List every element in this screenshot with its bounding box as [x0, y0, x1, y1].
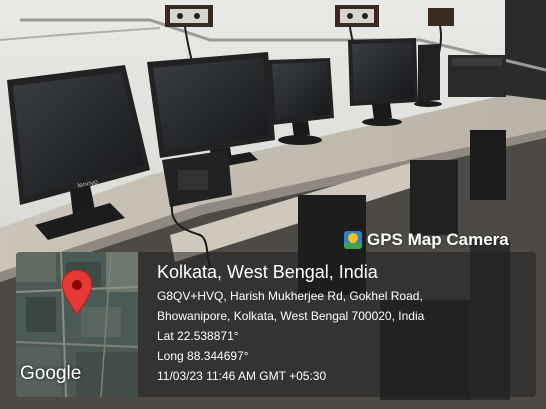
app-badge-label: GPS Map Camera	[367, 230, 509, 249]
printer-icon	[448, 55, 506, 97]
geotag-info: Kolkata, West Bengal, India G8QV+HVQ, Ha…	[157, 261, 532, 386]
google-map-attribution: Google	[20, 363, 82, 384]
longitude: Long 88.344697°	[157, 349, 249, 363]
address-line-2: Bhowanipore, Kolkata, West Bengal 700020…	[157, 309, 425, 323]
power-socket	[165, 5, 213, 27]
cpu-tower	[470, 130, 506, 200]
power-socket	[335, 5, 379, 27]
power-socket	[428, 8, 454, 26]
latitude: Lat 22.538871°	[157, 329, 239, 343]
gps-map-camera-badge: GPS Map Camera	[344, 228, 509, 252]
map-camera-app-icon	[344, 231, 362, 249]
monitor-icon	[414, 44, 442, 107]
location-title: Kolkata, West Bengal, India	[157, 262, 378, 282]
timestamp: 11/03/23 11:46 AM GMT +05:30	[157, 369, 327, 383]
address-line-1: G8QV+HVQ, Harish Mukherjee Rd, Gokhel Ro…	[157, 289, 423, 303]
cpu-tower	[410, 160, 458, 235]
